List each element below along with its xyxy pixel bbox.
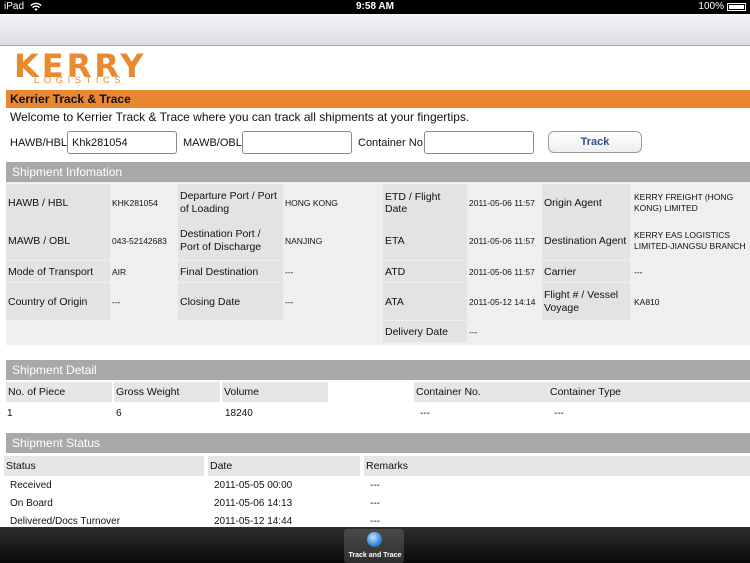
origin-agent-value: KERRY FREIGHT (HONG KONG) LIMITED: [634, 192, 734, 213]
etd-value: 2011-05-06 11:57: [469, 198, 535, 208]
mawb-info-label: MAWB / OBL: [6, 222, 110, 260]
kerry-logo: KERRY LOGISTICS: [14, 47, 164, 87]
destination-port-label: Destination Port / Port of Discharge: [178, 222, 283, 260]
atd-label: ATD: [383, 261, 467, 282]
page-title: Kerrier Track & Trace: [6, 90, 750, 108]
hawb-label: HAWB/HBL: [10, 137, 68, 149]
detail-pieces-value: 1: [7, 408, 13, 419]
atd-value: 2011-05-06 11:57: [469, 266, 535, 277]
battery-icon: [727, 3, 746, 11]
final-destination-label: Final Destination: [178, 261, 283, 282]
closing-date-value: ---: [285, 296, 294, 307]
flight-value: KA810: [634, 296, 660, 307]
country-origin-label: Country of Origin: [6, 283, 110, 320]
detail-weight-value: 6: [116, 408, 122, 419]
flight-label: Flight # / Vessel Voyage: [542, 283, 630, 320]
mawb-input[interactable]: [242, 131, 352, 154]
delivery-date-label: Delivery Date: [383, 321, 467, 342]
tab-label: Track and Trace: [348, 552, 402, 559]
track-button[interactable]: Track: [548, 131, 642, 153]
status-row-2-status: On Board: [10, 498, 53, 509]
country-origin-value: ---: [112, 296, 121, 307]
ata-label: ATA: [383, 283, 467, 320]
dest-agent-label: Destination Agent: [542, 222, 630, 260]
status-row-3-status: Delivered/Docs Turnover: [10, 516, 121, 527]
status-row-2-remarks: ---: [370, 498, 380, 509]
hawb-info-value: KHK281054: [112, 198, 158, 208]
departure-port-value: HONG KONG: [285, 198, 338, 208]
detail-col-container-type: Container Type: [548, 382, 750, 402]
navigation-bar: [0, 14, 750, 46]
status-row-3-remarks: ---: [370, 516, 380, 527]
shipment-info-header: Shipment Infomation: [6, 162, 750, 182]
status-row-1-date: 2011-05-05 00:00: [214, 480, 293, 491]
ata-value: 2011-05-12 14:14: [469, 296, 536, 307]
detail-col-weight: Gross Weight: [114, 382, 220, 402]
transport-value: AIR: [112, 266, 127, 277]
detail-col-container-no: Container No.: [414, 382, 548, 402]
logo-subtitle: LOGISTICS: [34, 75, 126, 86]
status-col-remarks: Remarks: [364, 456, 750, 476]
detail-container-no-value: ---: [420, 408, 430, 419]
status-row-2-date: 2011-05-06 14:13: [214, 498, 293, 509]
etd-label: ETD / Flight Date: [383, 184, 467, 222]
eta-label: ETA: [383, 222, 467, 260]
status-bar: iPad 9:58 AM 100%: [0, 0, 750, 14]
status-row-1-remarks: ---: [370, 480, 380, 491]
clock: 9:58 AM: [356, 1, 394, 12]
carrier-label: Carrier: [542, 261, 630, 282]
carrier-value: ---: [634, 266, 643, 277]
origin-agent-label: Origin Agent: [542, 184, 630, 222]
dest-agent-value: KERRY EAS LOGISTICS LIMITED-JIANGSU BRAN…: [634, 230, 746, 251]
mawb-info-value: 043-52142683: [112, 236, 167, 246]
transport-label: Mode of Transport: [6, 261, 110, 282]
status-col-status: Status: [4, 456, 204, 476]
shipment-status-header: Shipment Status: [6, 433, 750, 453]
eta-value: 2011-05-06 11:57: [469, 236, 535, 246]
status-row-1-status: Received: [10, 480, 52, 491]
status-row-3-date: 2011-05-12 14:44: [214, 516, 293, 527]
delivery-date-value: ---: [469, 326, 478, 337]
closing-date-label: Closing Date: [178, 283, 283, 320]
container-label: Container No: [358, 137, 423, 149]
welcome-text: Welcome to Kerrier Track & Trace where y…: [10, 110, 470, 124]
status-col-date: Date: [208, 456, 360, 476]
shipment-detail-header: Shipment Detail: [6, 360, 750, 380]
detail-col-volume: Volume: [222, 382, 328, 402]
detail-col-pieces: No. of Piece: [6, 382, 112, 402]
mawb-label: MAWB/OBL: [183, 137, 242, 149]
globe-icon: [367, 532, 382, 547]
final-destination-value: ---: [285, 266, 294, 277]
destination-port-value: NANJING: [285, 236, 323, 246]
detail-volume-value: 18240: [225, 408, 253, 419]
hawb-input[interactable]: [67, 131, 177, 154]
departure-port-label: Departure Port / Port of Loading: [178, 184, 283, 222]
battery-percent: 100%: [698, 1, 724, 12]
container-input[interactable]: [424, 131, 534, 154]
hawb-info-label: HAWB / HBL: [6, 184, 110, 222]
detail-container-type-value: ---: [554, 408, 564, 419]
